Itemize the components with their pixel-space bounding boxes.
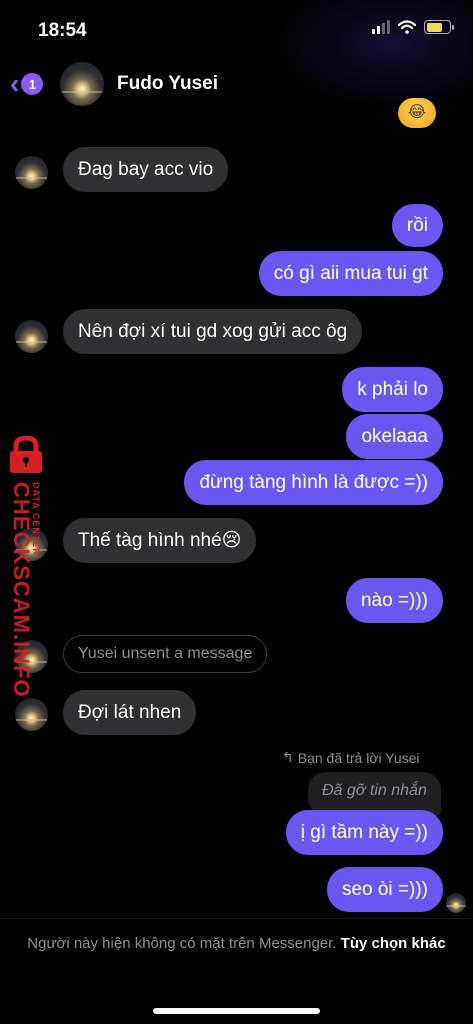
status-icons (372, 20, 454, 34)
message-bubble-out[interactable]: có gì aii mua tui gt (258, 251, 443, 296)
message-bubble-out[interactable]: ị gì tầm này =)) (285, 810, 443, 855)
more-options-link[interactable]: Tùy chọn khác (341, 935, 446, 952)
message-bubble-out[interactable]: nào =))) (345, 578, 443, 623)
message-bubble-out[interactable]: k phải lo (342, 367, 443, 412)
watermark: CHECKSCAM.INFO DATA CENTER (0, 436, 60, 698)
laughing-emoji-icon: 😂 (398, 98, 436, 128)
battery-icon (424, 20, 454, 34)
message-bubble-out[interactable]: okelaaa (346, 414, 443, 459)
lock-icon (10, 436, 42, 473)
message-bubble-out[interactable]: rồi (391, 204, 443, 247)
message-bubble-out[interactable]: seo òi =))) (326, 867, 443, 912)
reply-label-text: Bạn đã trả lời Yusei (297, 749, 420, 766)
footer-notice-text: Người này hiện không có mặt trên Messeng… (27, 935, 337, 952)
message-bubble-in[interactable]: Nên đợi xí tui gd xog gửi acc ôg (63, 309, 363, 354)
seen-receipt-avatar (446, 893, 466, 913)
signal-icon (372, 20, 390, 34)
unread-badge: 1 (21, 73, 44, 95)
message-bubble-out[interactable]: đừng tàng hình là được =)) (184, 460, 443, 505)
message-bubble-in[interactable]: Đợi lát nhen (63, 690, 197, 735)
reply-arrow-icon: ↰ (282, 749, 294, 765)
contact-avatar[interactable] (60, 62, 104, 106)
unsent-message-notice: Yusei unsent a message (63, 635, 268, 673)
home-indicator[interactable] (153, 1008, 320, 1014)
chevron-left-icon: ‹ (10, 68, 20, 99)
wifi-icon (398, 20, 416, 34)
footer-divider (0, 918, 473, 919)
watermark-subtext: DATA CENTER (31, 482, 41, 556)
message-bubble-in[interactable]: Thế tàg hình nhé😢 (63, 518, 257, 563)
message-avatar[interactable] (15, 320, 48, 353)
message-avatar[interactable] (15, 156, 48, 189)
status-bar: 18:54 (0, 0, 473, 56)
message-avatar[interactable] (15, 698, 48, 731)
back-button[interactable]: ‹ 1 (10, 68, 44, 99)
contact-name[interactable]: Fudo Yusei (117, 73, 218, 95)
status-time: 18:54 (38, 20, 87, 41)
footer-notice: Người này hiện không có mặt trên Messeng… (20, 932, 453, 956)
message-bubble-in[interactable]: Đag bay acc vio (63, 147, 229, 192)
reply-label: ↰ Bạn đã trả lời Yusei (282, 749, 420, 766)
